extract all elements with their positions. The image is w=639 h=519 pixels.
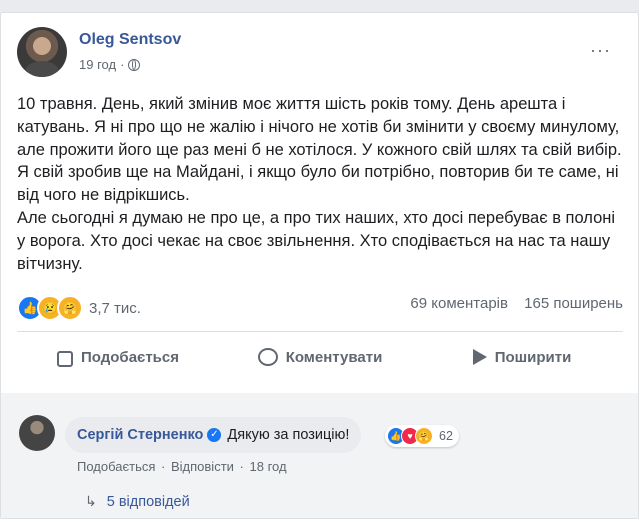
author-avatar[interactable] [17,27,67,77]
author-name[interactable]: Oleg Sentsov [79,31,181,49]
comment-meta: Подобається · Відповісти · 18 год [77,459,287,474]
comment-reactions[interactable]: 👍 ♥ 🤗 62 [385,425,459,447]
comments-count[interactable]: 69 коментарів [410,295,508,312]
share-icon [472,349,487,365]
reaction-count: 3,7 тис. [89,299,141,317]
post-header: Oleg Sentsov 19 год · ··· [17,27,617,79]
commenter-name[interactable]: Сергій Стерненко [77,427,203,443]
comment-button[interactable]: Коментувати [219,339,421,375]
comment-reply-link[interactable]: Відповісти [171,459,234,474]
comment-like-link[interactable]: Подобається [77,459,155,474]
care-reaction-icon: 🤗 [57,295,83,321]
divider [17,331,623,332]
stats-right: 69 коментарів 165 поширень [398,295,623,312]
comment-time[interactable]: 18 год [250,459,287,474]
comment-bubble: Сергій Стерненко ✓ Дякую за позицію! [65,417,362,453]
thumbs-up-icon [57,351,73,367]
shares-count[interactable]: 165 поширень [524,295,623,312]
replies-count: 5 відповідей [106,493,190,510]
reaction-summary[interactable]: 👍 😢 🤗 3,7 тис. [17,295,141,321]
reply-arrow-icon: ↳ [85,493,97,509]
share-button[interactable]: Поширити [421,339,623,375]
more-options-icon[interactable]: ··· [590,41,611,59]
post-time[interactable]: 19 год [79,57,116,72]
post-text: 10 травня. День, який змінив моє життя ш… [17,95,622,273]
like-button[interactable]: Подобається [17,339,219,375]
globe-icon [128,58,141,71]
post-meta: 19 год · [79,57,141,72]
post-stats: 👍 😢 🤗 3,7 тис. 69 коментарів 165 поширен… [17,295,623,321]
care-reaction-icon: 🤗 [415,427,433,445]
post-card: Oleg Sentsov 19 год · ··· 10 травня. Ден… [0,12,639,519]
comments-section: Сергій Стерненко ✓ Дякую за позицію! 👍 ♥… [1,393,638,518]
commenter-avatar[interactable] [19,415,55,451]
verified-icon: ✓ [207,428,222,442]
view-replies-link[interactable]: ↳ 5 відповідей [85,493,190,510]
comment-icon [257,348,278,366]
comment-reaction-count: 62 [439,429,453,443]
comment-text: Дякую за позицію! [227,427,350,443]
post-actions: Подобається Коментувати Поширити [17,339,623,375]
